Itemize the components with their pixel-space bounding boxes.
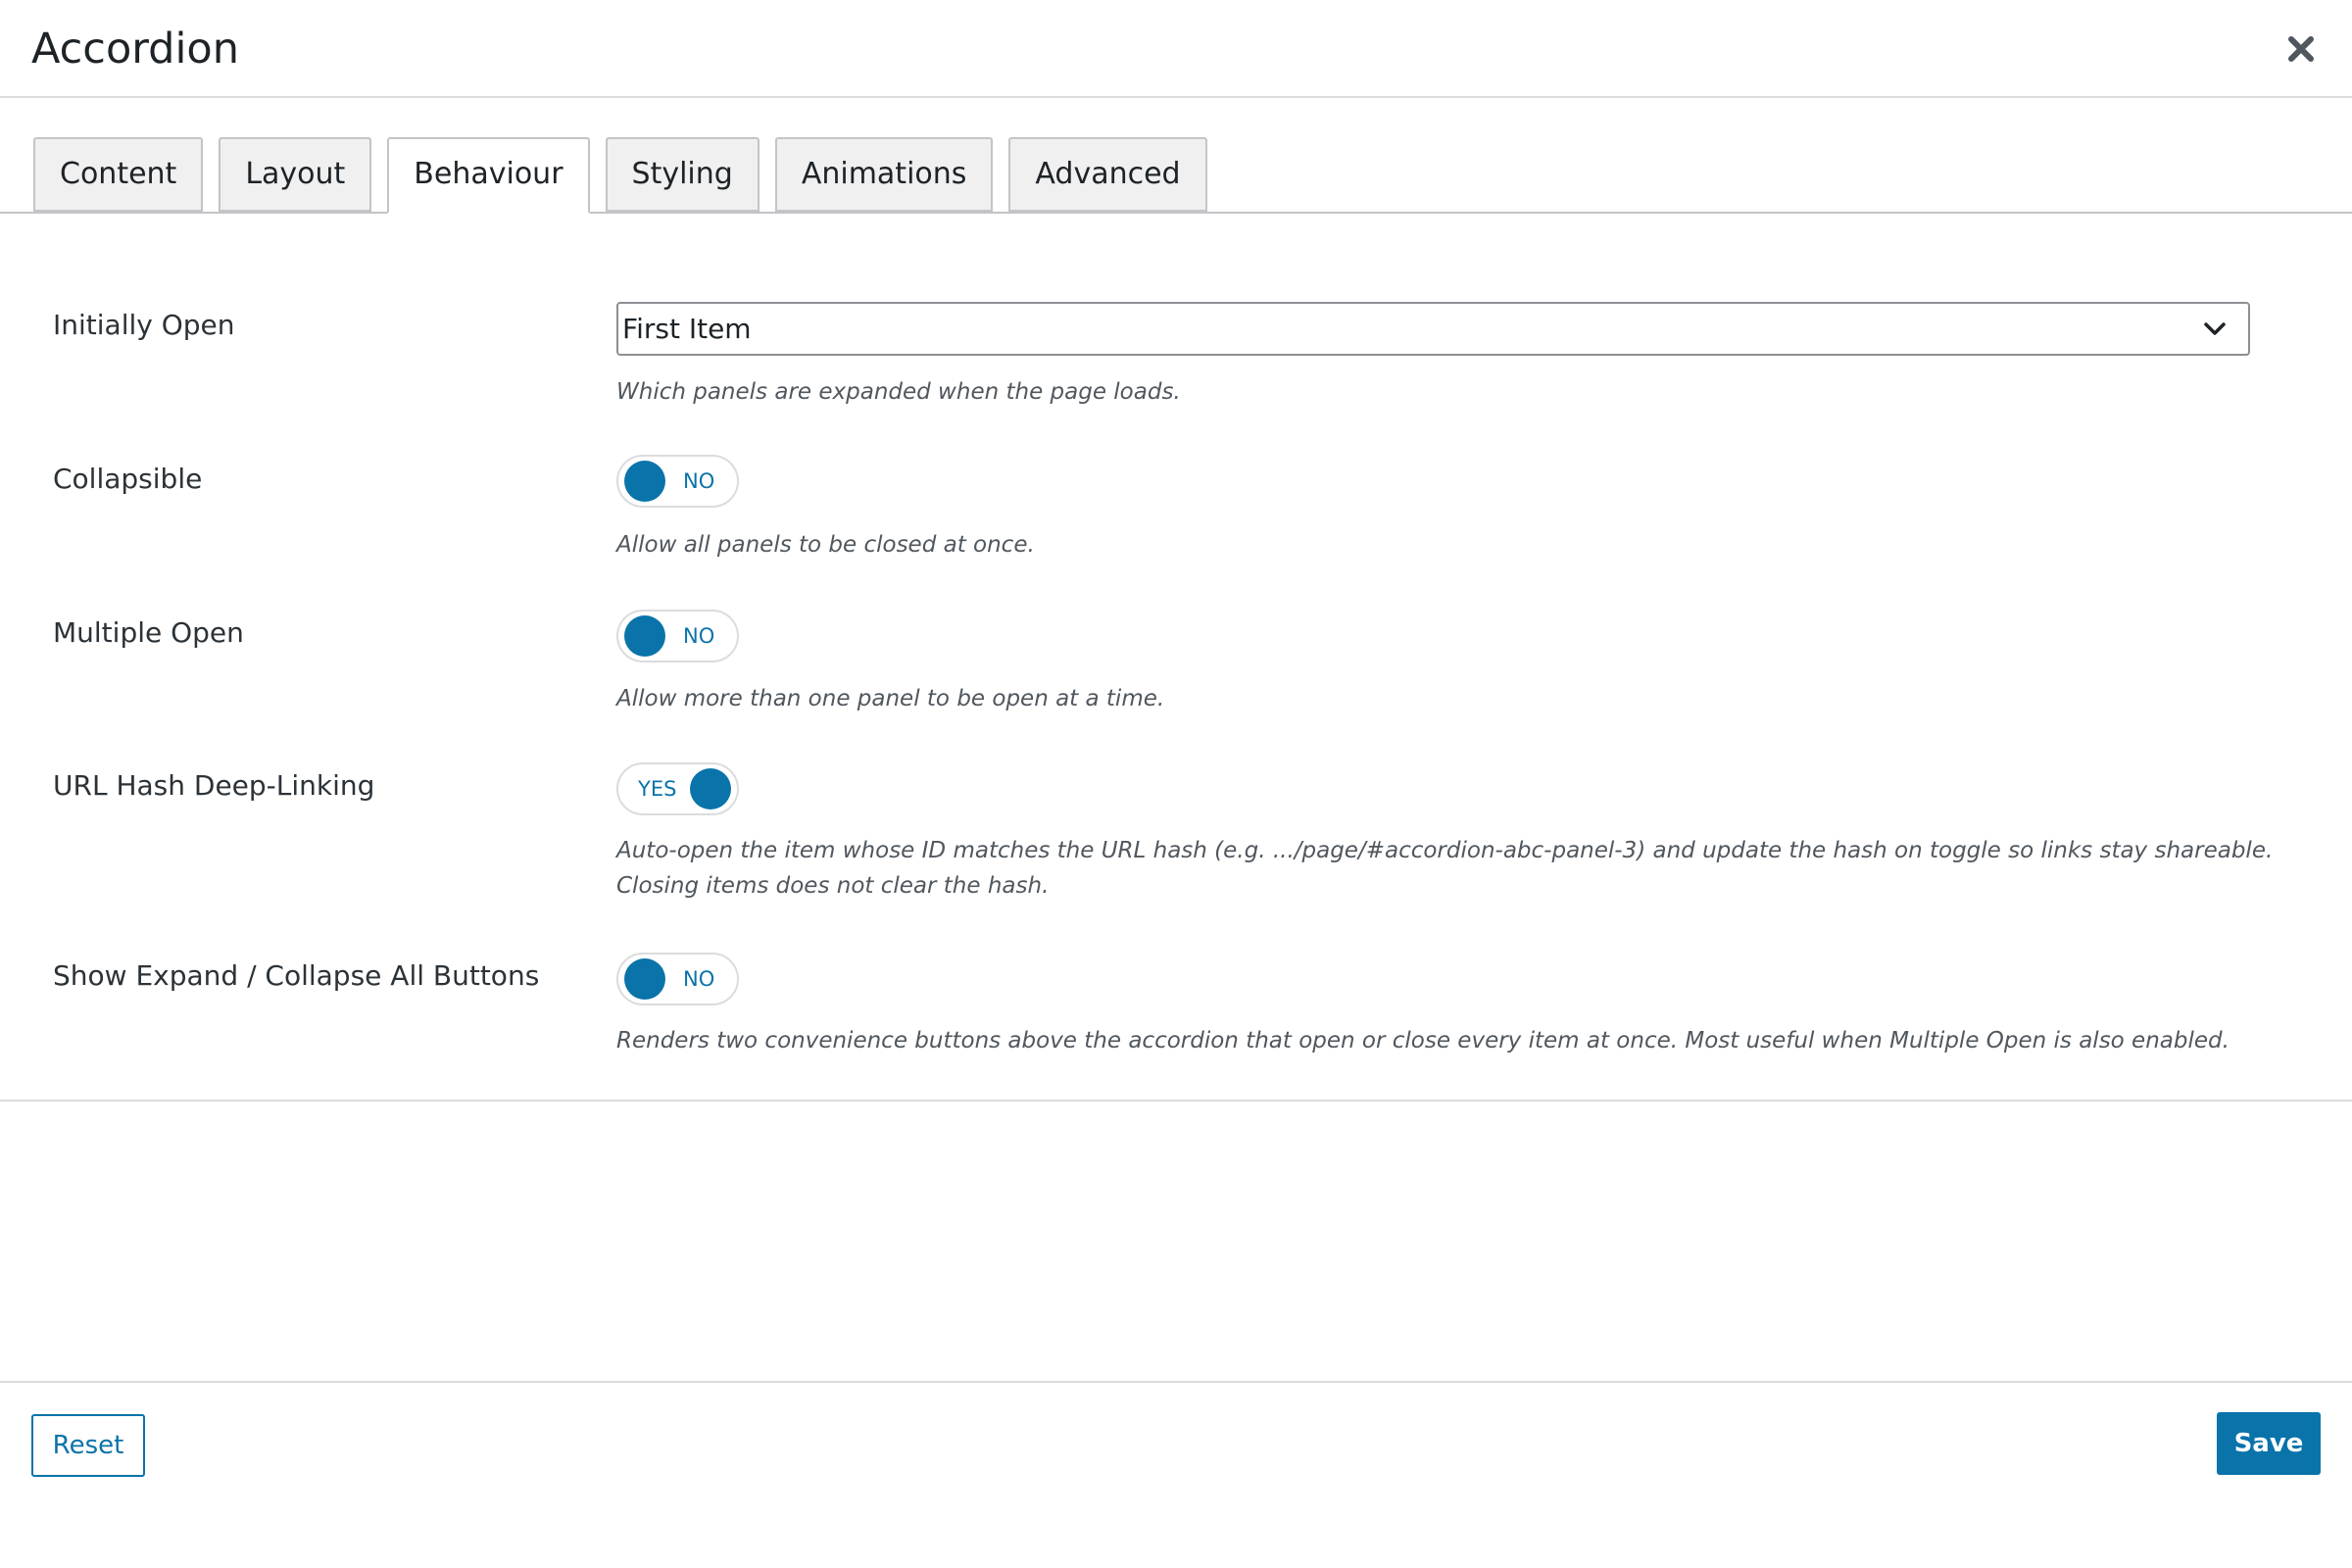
toggle-knob: [624, 958, 665, 1000]
initially-open-select[interactable]: First Item: [616, 302, 2250, 356]
tab-behaviour[interactable]: Behaviour: [387, 137, 590, 214]
reset-button[interactable]: Reset: [31, 1414, 145, 1477]
multiple-open-toggle[interactable]: NO: [616, 610, 739, 662]
tab-layout[interactable]: Layout: [219, 137, 372, 212]
toggle-state-text: NO: [683, 469, 715, 493]
close-icon: [2288, 36, 2314, 62]
tab-animations[interactable]: Animations: [774, 137, 994, 212]
modal-header: Accordion: [0, 0, 2352, 98]
url-hash-toggle[interactable]: YES: [616, 762, 739, 815]
initially-open-description: Which panels are expanded when the page …: [616, 379, 1181, 405]
behaviour-settings-panel: Initially Open First Item Which panels a…: [0, 214, 2352, 1102]
accordion-settings-modal: Accordion Content Layout Behaviour Styli…: [0, 0, 2352, 1568]
toggle-state-text: NO: [683, 967, 715, 991]
toggle-knob: [624, 615, 665, 657]
initially-open-label: Initially Open: [53, 309, 235, 341]
multiple-open-description: Allow more than one panel to be open at …: [616, 686, 1165, 711]
toggle-knob: [624, 461, 665, 502]
expand-collapse-toggle[interactable]: NO: [616, 953, 739, 1005]
collapsible-label: Collapsible: [53, 463, 203, 495]
tab-content[interactable]: Content: [33, 137, 204, 212]
tab-bar: Content Layout Behaviour Styling Animati…: [0, 98, 2352, 214]
expand-collapse-label: Show Expand / Collapse All Buttons: [53, 959, 540, 992]
collapsible-description: Allow all panels to be closed at once.: [616, 532, 1035, 558]
modal-footer: Reset Save: [0, 1381, 2352, 1568]
close-button[interactable]: [2283, 31, 2319, 67]
tab-advanced[interactable]: Advanced: [1008, 137, 1207, 212]
initially-open-value: First Item: [622, 313, 752, 345]
multiple-open-label: Multiple Open: [53, 616, 244, 649]
url-hash-description: Auto-open the item whose ID matches the …: [616, 838, 2274, 899]
collapsible-toggle[interactable]: NO: [616, 455, 739, 508]
tab-styling[interactable]: Styling: [605, 137, 760, 212]
expand-collapse-description: Renders two convenience buttons above th…: [616, 1028, 2230, 1054]
toggle-knob: [690, 768, 731, 809]
save-button[interactable]: Save: [2217, 1412, 2321, 1475]
url-hash-label: URL Hash Deep-Linking: [53, 769, 375, 802]
modal-title: Accordion: [31, 24, 239, 74]
chevron-down-icon: [2204, 322, 2226, 335]
toggle-state-text: NO: [683, 624, 715, 648]
tab-list: Content Layout Behaviour Styling Animati…: [33, 137, 1207, 214]
toggle-state-text: YES: [638, 777, 677, 801]
